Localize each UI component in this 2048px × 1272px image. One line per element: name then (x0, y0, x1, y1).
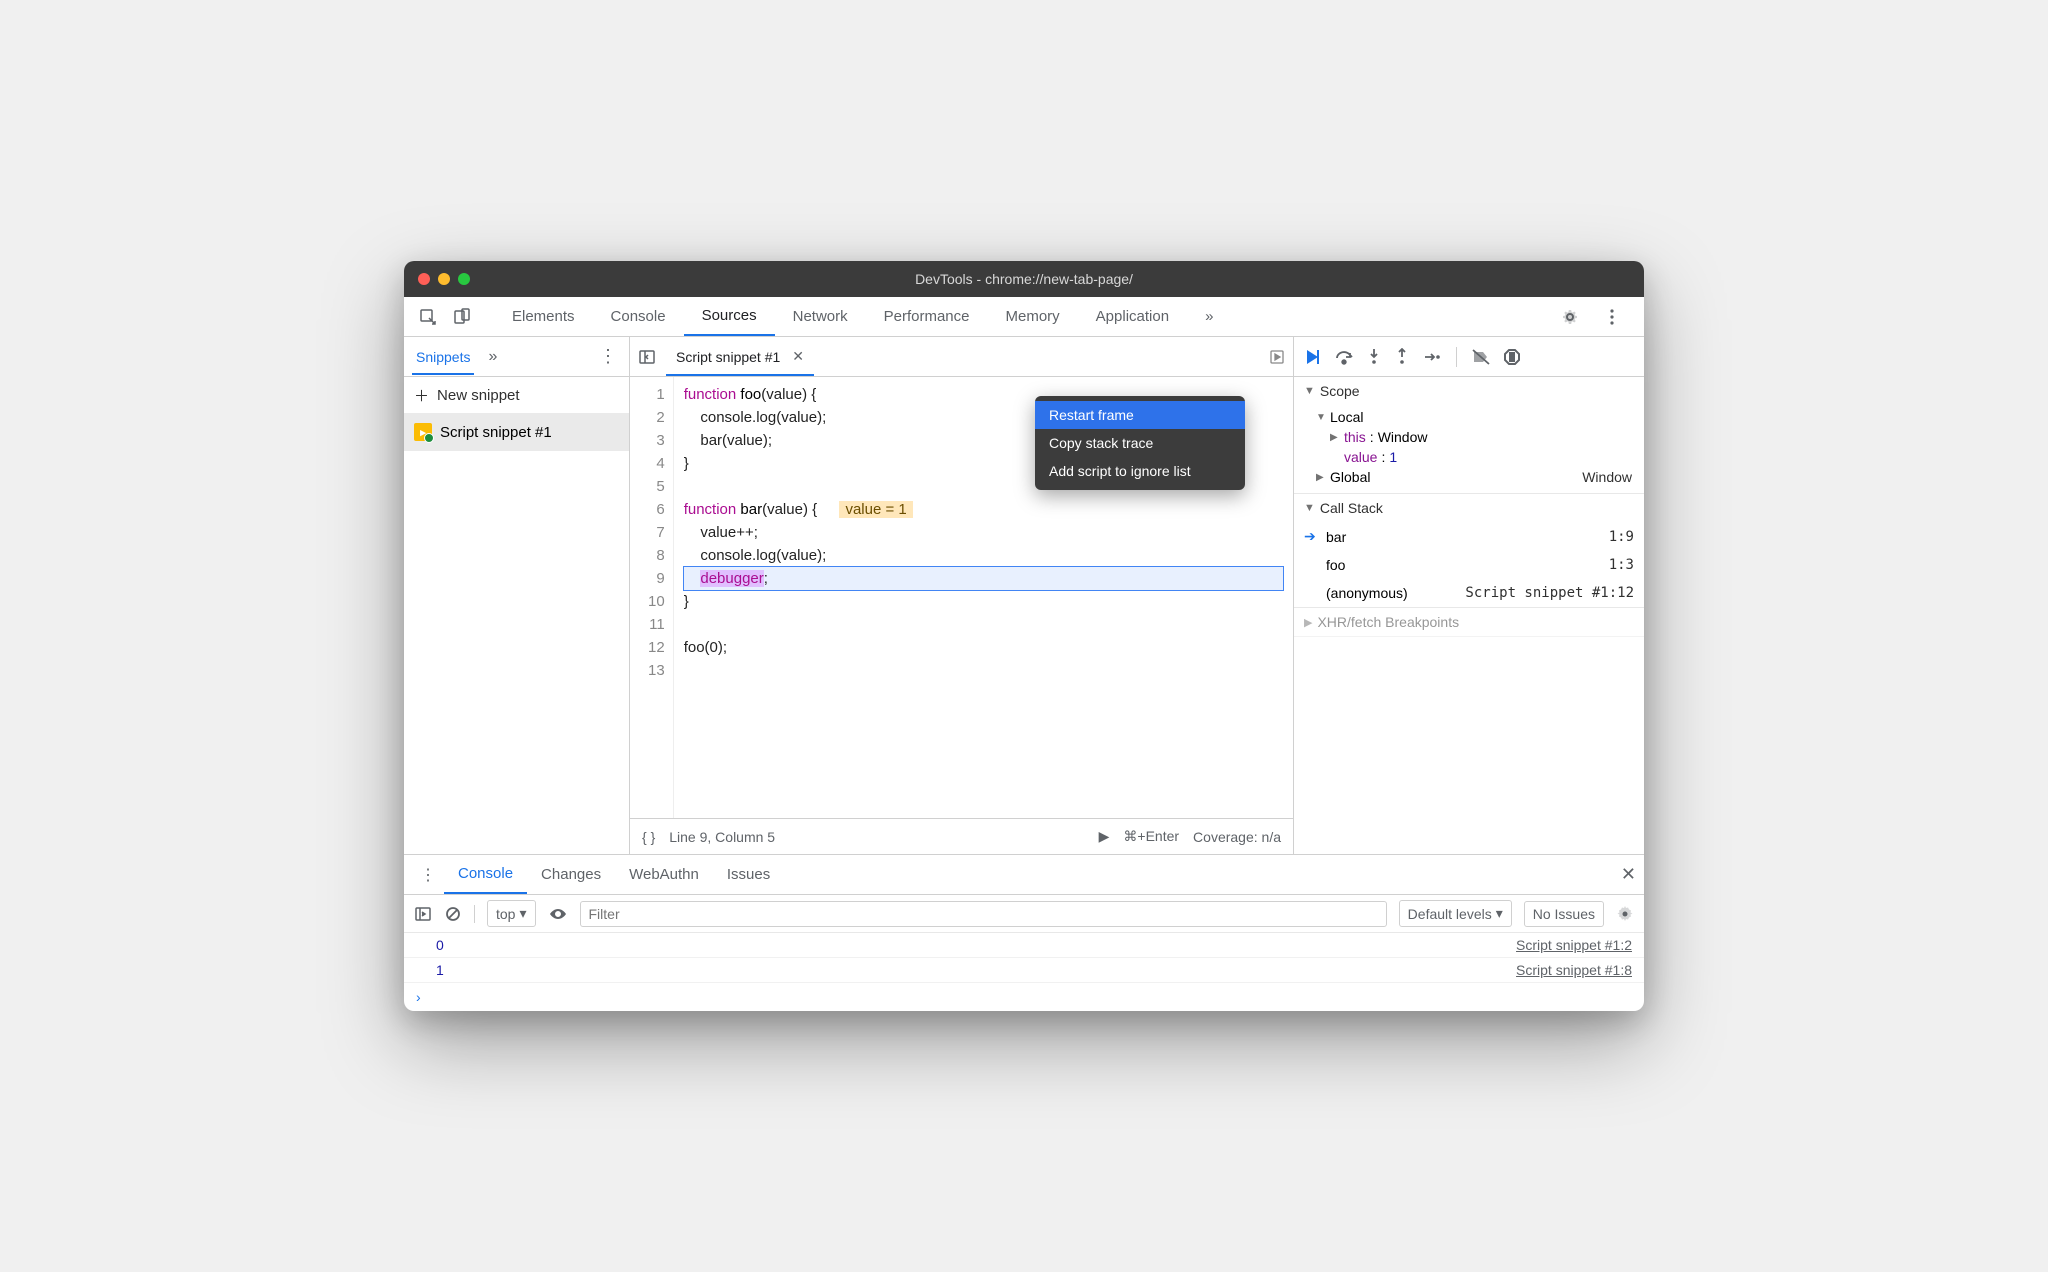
clear-console-icon[interactable] (444, 905, 462, 923)
tab-overflow-icon[interactable]: » (1187, 297, 1231, 336)
deactivate-breakpoints-icon[interactable] (1471, 348, 1491, 366)
drawer-kebab-icon[interactable]: ⋮ (412, 865, 444, 885)
window-controls (418, 273, 470, 285)
drawer-tabs: ⋮ Console Changes WebAuthn Issues ✕ (404, 855, 1644, 895)
tab-console[interactable]: Console (593, 297, 684, 336)
inline-value-hint: value = 1 (839, 501, 912, 518)
callstack-section: ▼Call Stack ➔ bar 1:9 foo 1:3 (anonymous… (1294, 494, 1644, 608)
close-tab-icon[interactable]: ✕ (792, 348, 804, 365)
run-shortcut-hint: ⌘+Enter (1123, 828, 1179, 845)
main-tabbar: Elements Console Sources Network Perform… (404, 297, 1644, 337)
inspect-icon[interactable] (414, 303, 442, 331)
console-row[interactable]: 1 Script snippet #1:8 (404, 958, 1644, 983)
snippet-item[interactable]: ▸ Script snippet #1 (404, 413, 629, 451)
devtools-window: DevTools - chrome://new-tab-page/ Elemen… (404, 261, 1644, 1011)
close-window-icon[interactable] (418, 273, 430, 285)
tab-sources[interactable]: Sources (684, 297, 775, 336)
tab-elements[interactable]: Elements (494, 297, 593, 336)
kebab-menu-icon[interactable] (1598, 303, 1626, 331)
drawer-tab-changes[interactable]: Changes (527, 855, 615, 894)
snippet-file-icon: ▸ (414, 423, 432, 441)
menu-restart-frame[interactable]: Restart frame (1035, 401, 1245, 429)
tab-memory[interactable]: Memory (988, 297, 1078, 336)
scope-value: value: 1 (1304, 447, 1644, 467)
main-tabs: Elements Console Sources Network Perform… (494, 297, 1556, 336)
xhr-breakpoints-header[interactable]: ▶XHR/fetch Breakpoints (1294, 608, 1644, 636)
console-settings-gear-icon[interactable] (1616, 905, 1634, 923)
editor-filename: Script snippet #1 (676, 349, 780, 365)
console-source-link[interactable]: Script snippet #1:2 (1516, 937, 1632, 953)
sidebar-tabs-overflow-icon[interactable]: » (488, 348, 595, 366)
sidebar-kebab-icon[interactable]: ⋮ (595, 346, 621, 367)
step-over-icon[interactable] (1334, 348, 1354, 366)
scope-header[interactable]: ▼Scope (1294, 377, 1644, 405)
current-frame-arrow-icon: ➔ (1304, 528, 1318, 545)
new-snippet-label: New snippet (437, 387, 520, 404)
scope-local[interactable]: ▼Local (1304, 407, 1644, 427)
cursor-position: Line 9, Column 5 (669, 829, 775, 845)
console-prompt[interactable]: › (404, 983, 1644, 1011)
drawer-close-icon[interactable]: ✕ (1621, 864, 1636, 885)
minimize-window-icon[interactable] (438, 273, 450, 285)
menu-add-to-ignore-list[interactable]: Add script to ignore list (1035, 457, 1245, 485)
new-snippet-button[interactable]: ＋ New snippet (404, 377, 629, 413)
drawer: ⋮ Console Changes WebAuthn Issues ✕ top … (404, 854, 1644, 1011)
callstack-frame-bar[interactable]: ➔ bar 1:9 (1294, 522, 1644, 551)
step-icon[interactable] (1422, 349, 1442, 365)
pause-on-exceptions-icon[interactable] (1503, 348, 1521, 366)
context-menu: Restart frame Copy stack trace Add scrip… (1035, 396, 1245, 490)
editor-footer: { } Line 9, Column 5 ▶ ⌘+Enter Coverage:… (630, 818, 1293, 854)
console-sidebar-toggle-icon[interactable] (414, 906, 432, 922)
run-snippet-icon[interactable]: ▶ (1099, 828, 1110, 845)
step-out-icon[interactable] (1394, 348, 1410, 366)
device-toggle-icon[interactable] (448, 303, 476, 331)
sidebar-tab-snippets[interactable]: Snippets (412, 339, 474, 375)
line-gutter: 12345678910111213 (630, 377, 674, 818)
drawer-tab-issues[interactable]: Issues (713, 855, 784, 894)
editor-file-tab[interactable]: Script snippet #1 ✕ (666, 337, 814, 376)
console-row[interactable]: 0 Script snippet #1:2 (404, 933, 1644, 958)
toggle-navigator-icon[interactable] (638, 348, 656, 366)
scope-section: ▼Scope ▼Local ▶this: Window value: 1 ▶Gl… (1294, 377, 1644, 494)
callstack-frame-anonymous[interactable]: (anonymous) Script snippet #1:12 (1294, 579, 1644, 607)
drawer-tab-console[interactable]: Console (444, 855, 527, 894)
tab-application[interactable]: Application (1078, 297, 1187, 336)
window-title: DevTools - chrome://new-tab-page/ (404, 271, 1644, 287)
xhr-breakpoints-section: ▶XHR/fetch Breakpoints (1294, 608, 1644, 637)
drawer-tab-webauthn[interactable]: WebAuthn (615, 855, 713, 894)
editor-run-icon[interactable] (1269, 349, 1285, 365)
menu-copy-stack-trace[interactable]: Copy stack trace (1035, 429, 1245, 457)
titlebar: DevTools - chrome://new-tab-page/ (404, 261, 1644, 297)
sidebar-header: Snippets » ⋮ (404, 337, 629, 377)
main-area: Snippets » ⋮ ＋ New snippet ▸ Script snip… (404, 337, 1644, 854)
debugger-panel: ▼Scope ▼Local ▶this: Window value: 1 ▶Gl… (1294, 337, 1644, 854)
console-source-link[interactable]: Script snippet #1:8 (1516, 962, 1632, 978)
settings-gear-icon[interactable] (1556, 303, 1584, 331)
live-expression-icon[interactable] (548, 907, 568, 921)
plus-icon: ＋ (414, 385, 429, 406)
maximize-window-icon[interactable] (458, 273, 470, 285)
editor-header: Script snippet #1 ✕ (630, 337, 1293, 377)
tab-performance[interactable]: Performance (866, 297, 988, 336)
scope-global[interactable]: ▶GlobalWindow (1304, 467, 1644, 487)
callstack-header[interactable]: ▼Call Stack (1294, 494, 1644, 522)
issues-button[interactable]: No Issues (1524, 901, 1604, 927)
snippet-item-label: Script snippet #1 (440, 424, 552, 441)
scope-this[interactable]: ▶this: Window (1304, 427, 1644, 447)
pretty-print-icon[interactable]: { } (642, 829, 655, 845)
step-into-icon[interactable] (1366, 348, 1382, 366)
callstack-frame-foo[interactable]: foo 1:3 (1294, 551, 1644, 579)
console-filter-input[interactable] (580, 901, 1387, 927)
console-output: 0 Script snippet #1:2 1 Script snippet #… (404, 933, 1644, 1011)
resume-icon[interactable] (1302, 347, 1322, 367)
debugger-controls (1294, 337, 1644, 377)
chevron-down-icon: ▾ (519, 905, 526, 922)
chevron-down-icon: ▾ (1496, 905, 1503, 922)
console-toolbar: top ▾ Default levels ▾ No Issues (404, 895, 1644, 933)
sidebar: Snippets » ⋮ ＋ New snippet ▸ Script snip… (404, 337, 630, 854)
coverage-label: Coverage: n/a (1193, 829, 1281, 845)
tab-network[interactable]: Network (775, 297, 866, 336)
log-levels-selector[interactable]: Default levels ▾ (1399, 900, 1512, 927)
console-context-selector[interactable]: top ▾ (487, 900, 536, 927)
